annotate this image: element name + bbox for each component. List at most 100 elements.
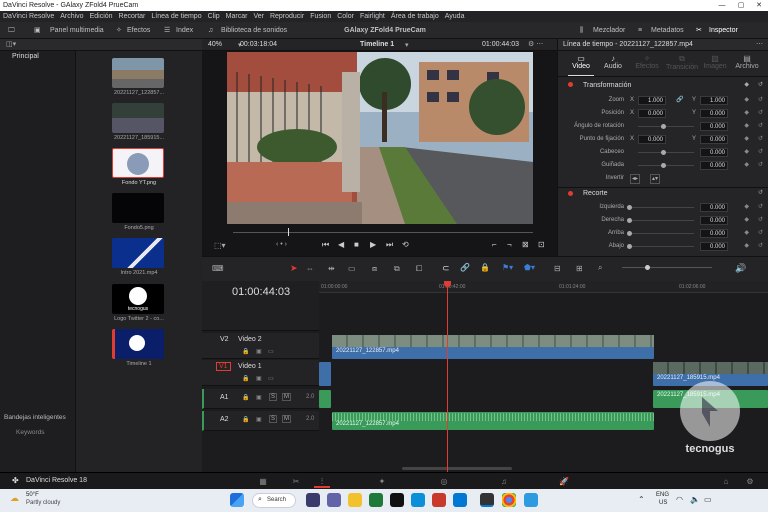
track-header-a1[interactable]: A1 🔒 ▣ S M 2.0 xyxy=(202,389,319,409)
lock-icon[interactable]: 🔒 xyxy=(242,348,249,355)
track-visible-icon[interactable]: ▭ xyxy=(268,348,274,355)
go-end-icon[interactable]: ⏭ xyxy=(386,240,393,250)
crop-right-field[interactable]: 0.000 xyxy=(700,216,728,225)
yaw-field[interactable]: 0.000 xyxy=(700,161,728,170)
blade-tool-icon[interactable]: ▭ xyxy=(348,264,356,273)
menu-ayuda[interactable]: Ayuda xyxy=(445,13,465,20)
crop-bottom-slider[interactable] xyxy=(628,246,694,247)
go-start-icon[interactable]: ⏮ xyxy=(322,240,329,250)
menu-reproducir[interactable]: Reproducir xyxy=(270,13,304,20)
custom-zoom-icon[interactable]: ⌕ xyxy=(598,263,602,273)
insert-clip-icon[interactable]: ⧈ xyxy=(372,264,377,274)
keyframe-icon[interactable]: ◆ xyxy=(744,203,749,210)
position-y-field[interactable]: 0.000 xyxy=(700,109,728,118)
tab-file[interactable]: ▤ Archivo xyxy=(732,54,762,70)
pitch-slider[interactable] xyxy=(638,152,694,153)
dynamic-trim-icon[interactable]: ⇹ xyxy=(328,264,335,273)
metadata-button[interactable]: Metadatos xyxy=(651,22,684,39)
input-region[interactable]: US xyxy=(659,500,667,506)
keyframe-icon[interactable]: ◆ xyxy=(744,161,749,168)
reset-icon[interactable]: ↺ xyxy=(758,96,763,103)
lock-icon[interactable]: 🔒 xyxy=(242,394,249,401)
auto-select-icon[interactable]: ▣ xyxy=(256,416,262,423)
keywords-bin[interactable]: Keywords xyxy=(16,429,45,436)
track-visible-icon[interactable]: ▭ xyxy=(268,375,274,382)
loop-icon[interactable]: ⟲ xyxy=(402,240,409,249)
maximize-button[interactable]: ▢ xyxy=(733,0,749,11)
detail-zoom-icon[interactable]: ⊞ xyxy=(576,264,583,273)
linked-selection-icon[interactable]: 🔗 xyxy=(460,263,470,272)
anchor-y-field[interactable]: 0.000 xyxy=(700,135,728,144)
bin-view-icon[interactable]: ◫▾ xyxy=(6,40,16,48)
keyframe-icon[interactable]: ◆ xyxy=(744,135,749,142)
minimize-button[interactable]: — xyxy=(714,0,730,11)
effects-icon[interactable]: ✧ xyxy=(116,22,122,39)
mixer-icon[interactable]: ⫼ xyxy=(580,22,583,39)
teams-icon[interactable] xyxy=(327,493,341,507)
lock-icon[interactable]: 🔒 xyxy=(242,375,249,382)
index-button[interactable]: Index xyxy=(176,22,193,39)
keyframe-icon[interactable]: ◆ xyxy=(744,81,749,88)
keyframe-icon[interactable]: ◆ xyxy=(744,148,749,155)
menu-marcar[interactable]: Marcar xyxy=(226,13,248,20)
slider-knob[interactable] xyxy=(661,150,666,155)
fairlight-page-icon[interactable]: ♫ xyxy=(496,475,512,488)
snapping-icon[interactable]: ⊂ xyxy=(442,263,450,274)
media-pool-button[interactable]: Panel multimedia xyxy=(50,22,104,39)
lock-icon[interactable]: 🔒 xyxy=(242,416,249,423)
menu-area-trabajo[interactable]: Área de trabajo xyxy=(391,13,439,20)
flip-horizontal-icon[interactable]: ◂▸ xyxy=(630,174,640,184)
chrome-icon[interactable] xyxy=(502,493,516,507)
reset-icon[interactable]: ↺ xyxy=(758,161,763,168)
media-thumb-fondo5[interactable] xyxy=(112,193,164,223)
viewer-options-icon[interactable]: ⚙ ⋯ xyxy=(528,40,543,48)
slider-knob[interactable] xyxy=(627,244,632,249)
slider-knob[interactable] xyxy=(661,163,666,168)
windows-start-icon[interactable] xyxy=(230,493,244,507)
file-explorer-icon[interactable] xyxy=(348,493,362,507)
transform-section-header[interactable]: Transformación ↺ ◆ xyxy=(558,80,768,92)
timeline-ruler[interactable]: 01:00:00:00 01:00:42:00 01:01:24:00 01:0… xyxy=(319,281,768,293)
reset-icon[interactable]: ↺ xyxy=(758,242,763,249)
davinci-resolve-taskbar-icon[interactable] xyxy=(480,493,494,507)
xbox-icon[interactable] xyxy=(369,493,383,507)
slider-knob[interactable] xyxy=(627,205,632,210)
match-frame-icon[interactable]: ⊠ xyxy=(522,240,529,249)
reset-icon[interactable]: ↺ xyxy=(758,81,763,88)
clip-v2[interactable]: 20221127_122857.mp4 xyxy=(332,335,654,359)
track-header-v2[interactable]: V2 Video 2 🔒 ▣ ▭ xyxy=(202,333,319,359)
crop-section-header[interactable]: Recorte ↺ xyxy=(558,187,768,199)
keyframe-icon[interactable]: ◆ xyxy=(744,216,749,223)
keyframe-icon[interactable]: ◆ xyxy=(744,242,749,249)
slider-knob[interactable] xyxy=(661,124,666,129)
tiktok-icon[interactable] xyxy=(390,493,404,507)
edge-icon[interactable] xyxy=(411,493,425,507)
speaker-icon[interactable]: 🔈 xyxy=(690,495,700,504)
reset-icon[interactable]: ↺ xyxy=(758,148,763,155)
index-icon[interactable]: ☰ xyxy=(164,22,170,39)
inspector-icon[interactable]: ✂ xyxy=(696,22,702,39)
media-page-icon[interactable]: ▦ xyxy=(255,475,271,488)
menu-archivo[interactable]: Archivo xyxy=(60,13,83,20)
keyboard-icon[interactable]: ⌨ xyxy=(212,264,224,273)
auto-select-icon[interactable]: ▣ xyxy=(256,348,262,355)
media-thumb-clip2[interactable] xyxy=(112,103,164,133)
full-extent-zoom-icon[interactable]: ⊟ xyxy=(554,264,561,273)
position-lock-icon[interactable]: 🔒 xyxy=(480,263,490,272)
link-icon[interactable]: 🔗 xyxy=(676,96,683,103)
reset-icon[interactable]: ↺ xyxy=(758,135,763,142)
pitch-field[interactable]: 0.000 xyxy=(700,148,728,157)
auto-select-icon[interactable]: ▣ xyxy=(256,394,262,401)
keyframe-icon[interactable]: ◆ xyxy=(744,229,749,236)
zoom-level[interactable]: 40% xyxy=(208,41,222,48)
weather-icon[interactable]: ☁ xyxy=(10,493,19,504)
menu-ver[interactable]: Ver xyxy=(253,13,264,20)
reverse-play-icon[interactable]: ◀ xyxy=(338,240,344,249)
wifi-icon[interactable]: ◠ xyxy=(676,495,683,504)
smart-bins-label[interactable]: Bandejas inteligentes xyxy=(4,414,66,421)
playhead[interactable] xyxy=(443,281,451,472)
menu-fairlight[interactable]: Fairlight xyxy=(360,13,385,20)
clip-a1-start[interactable] xyxy=(319,390,331,408)
tray-chevron-icon[interactable]: ⌃ xyxy=(638,495,645,504)
mute-button[interactable]: M xyxy=(282,393,291,401)
